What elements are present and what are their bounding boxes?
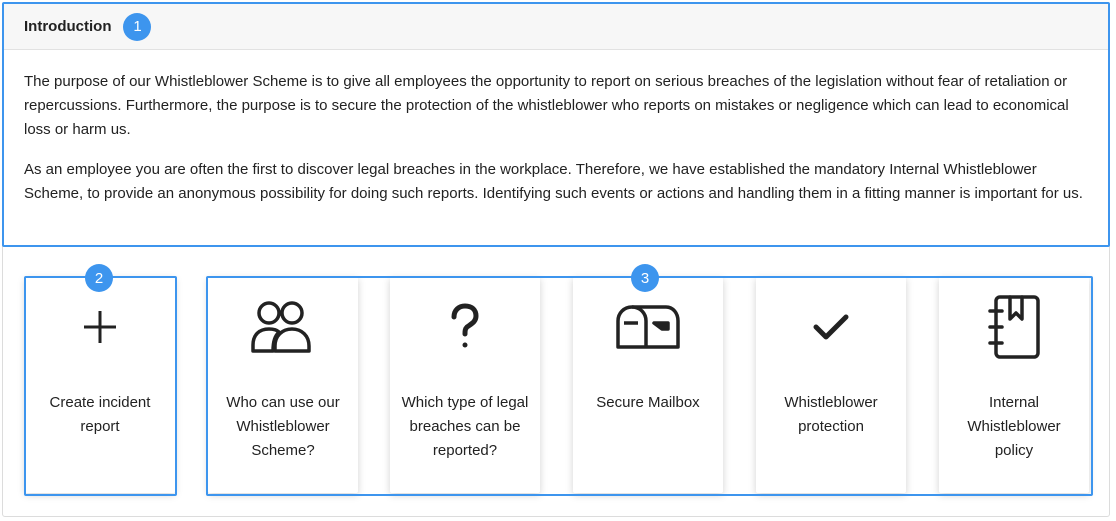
introduction-paragraph: As an employee you are often the first t… xyxy=(24,161,1083,202)
card-label: Whistleblower protection xyxy=(784,394,878,435)
question-icon xyxy=(390,297,540,357)
step-badge-2: 2 xyxy=(85,264,113,292)
card-whistleblower-protection[interactable]: Whistleblower protection xyxy=(756,277,906,493)
notebook-icon xyxy=(939,295,1089,359)
card-secure-mailbox[interactable]: Secure Mailbox xyxy=(573,277,723,493)
card-label: Internal Whistleblower policy xyxy=(967,394,1061,459)
plus-icon xyxy=(25,297,175,357)
card-create-incident-report[interactable]: Create incident report xyxy=(25,277,175,493)
card-who-can-use[interactable]: Who can use our Whistleblower Scheme? xyxy=(208,277,358,493)
step-badge-1: 1 xyxy=(123,12,152,41)
checkmark-icon xyxy=(756,297,906,357)
card-label: Which type of legal breaches can be repo… xyxy=(401,394,529,459)
card-label: Secure Mailbox xyxy=(596,394,700,411)
introduction-title: Introduction xyxy=(24,18,112,35)
card-breach-types[interactable]: Which type of legal breaches can be repo… xyxy=(390,277,540,493)
step-badge-3: 3 xyxy=(631,264,659,292)
card-label: Who can use our Whistleblower Scheme? xyxy=(226,394,340,459)
introduction-panel: Introduction 1 The purpose of our Whistl… xyxy=(2,2,1110,247)
card-label: Create incident report xyxy=(49,394,151,435)
card-whistleblower-policy[interactable]: Internal Whistleblower policy xyxy=(939,277,1089,493)
introduction-paragraph: The purpose of our Whistleblower Scheme … xyxy=(24,73,1069,138)
users-icon xyxy=(208,297,358,357)
mailbox-icon xyxy=(573,297,723,357)
introduction-header: Introduction 1 xyxy=(4,4,1108,50)
introduction-body: The purpose of our Whistleblower Scheme … xyxy=(4,50,1108,206)
